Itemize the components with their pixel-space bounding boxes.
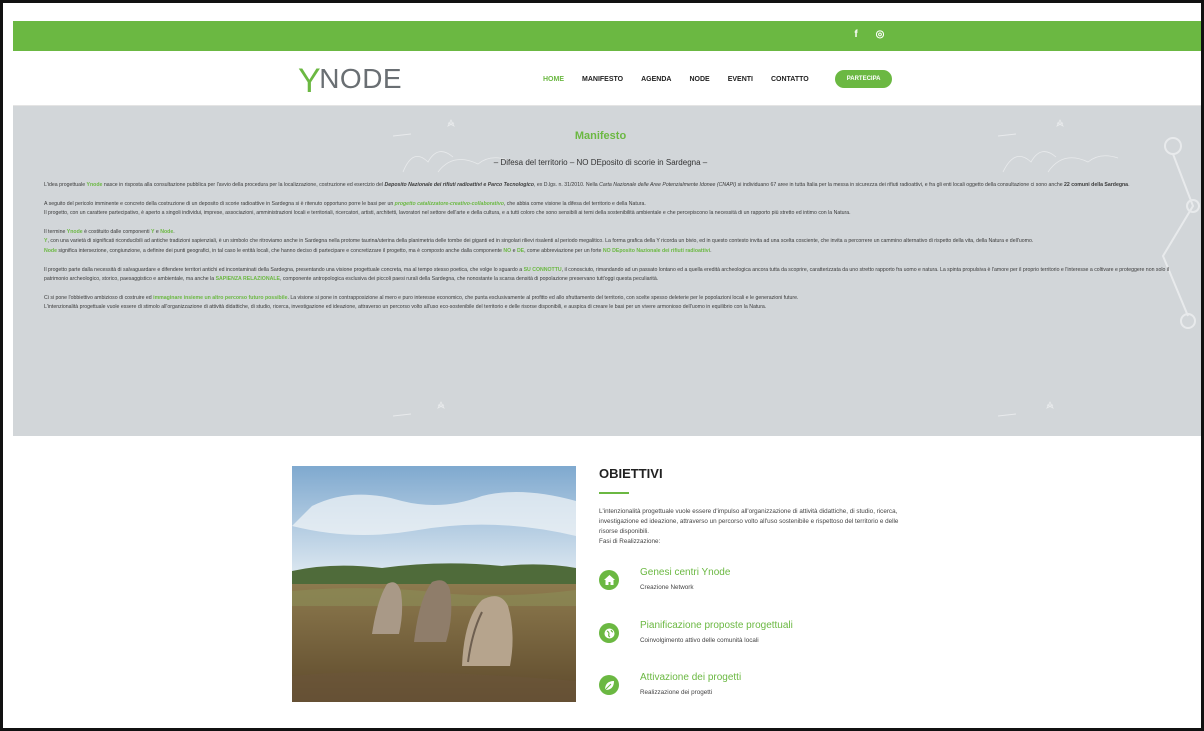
social-links: f ◎	[849, 29, 887, 40]
title-underline	[599, 492, 629, 494]
logo-y: Y	[298, 62, 322, 100]
leaf-icon	[599, 675, 619, 695]
manifesto-section: Manifesto – Difesa del territorio – NO D…	[13, 106, 1201, 436]
phase-description: Coinvolgimento attivo delle comunità loc…	[640, 637, 759, 644]
highlight-no: NO	[503, 247, 512, 254]
nav-item-contatto[interactable]: CONTATTO	[771, 76, 809, 83]
phase-description: Creazione Network	[640, 584, 694, 591]
globe-icon	[599, 623, 619, 643]
manifesto-paragraph: Il termine Ynode è costituito dalle comp…	[44, 228, 1184, 256]
text-span: Il progetto, con un carattere partecipat…	[44, 210, 851, 217]
facebook-icon[interactable]: f	[849, 29, 863, 40]
text-span: , componente antropologica esclusiva dei…	[279, 276, 659, 283]
highlight-no-deposito: NO DEposito Nazionale dei rifiuti radioa…	[602, 247, 711, 254]
text-span: Il termine	[44, 229, 67, 235]
cnapi-text: Carta Nazionale delle Aree Potenzialment…	[599, 182, 737, 188]
page-frame: f ◎ Y NODE HOME MANIFESTO AGENDA NODE EV…	[0, 0, 1204, 731]
fasi-label: Fasi di Realizzazione:	[599, 538, 661, 545]
manifesto-subtitle: – Difesa del territorio – NO DEposito di…	[493, 158, 708, 167]
manifesto-body: L'idea progettuale Ynode nasce in rispos…	[44, 181, 1184, 322]
manifesto-paragraph: Il progetto parte dalla necessità di sal…	[44, 266, 1184, 285]
highlight-node: Node	[44, 247, 57, 254]
obiettivi-paragraph: L'intenzionalità progettuale vuole esser…	[599, 508, 899, 535]
logo-text: NODE	[319, 63, 403, 94]
text-span: Il progetto parte dalla necessità di sal…	[44, 266, 524, 273]
highlight-node: Node	[160, 229, 174, 235]
phase-item: Attivazione dei progetti Realizzazione d…	[599, 672, 741, 696]
decorative-landscape-bottom-left	[392, 401, 445, 417]
text-span: .	[1128, 182, 1130, 188]
instagram-icon[interactable]: ◎	[873, 29, 887, 40]
home-icon	[599, 570, 619, 590]
text-span: si individuano 67 aree in tutta Italia p…	[736, 182, 1065, 188]
top-bar: f ◎	[13, 21, 1201, 51]
phase-item: Pianificazione proposte progettuali Coin…	[599, 620, 793, 644]
highlight-ynode: Ynode	[86, 182, 103, 188]
text-span: L'idea progettuale	[44, 182, 87, 188]
phase-title: Pianificazione proposte progettuali	[640, 620, 793, 631]
text-span: , come abbreviazione per un forte	[524, 247, 603, 254]
text-span: è costituito dalle componenti	[82, 229, 151, 235]
text-span: nasce in risposta alla consultazione pub…	[102, 182, 385, 188]
text-span: , ex D.lgs. n. 31/2010. Nella	[533, 182, 600, 188]
text-span: L'intenzionalità progettuale vuole esser…	[44, 304, 767, 311]
text-span: . La visione si pone in contrapposizione…	[287, 294, 799, 301]
nav-item-home[interactable]: HOME	[543, 76, 564, 83]
obiettivi-text: L'intenzionalità progettuale vuole esser…	[599, 507, 899, 547]
text-span: .	[173, 229, 175, 235]
highlight-su-connottu: SU CONNOTTU	[523, 266, 562, 273]
manifesto-paragraph: A seguito del pericolo imminente e concr…	[44, 200, 1184, 219]
text-span: Ci si pone l'obbiettivo ambizioso di cos…	[44, 294, 154, 301]
comuni-sardegna-text: 22 comuni della Sardegna	[1064, 182, 1129, 188]
text-span: , con una varietà di significati ricondu…	[47, 238, 1034, 245]
nav-item-node[interactable]: NODE	[689, 76, 709, 83]
text-span: , che abbia come visione la difesa del t…	[503, 200, 646, 207]
highlight-immaginare-insieme: immaginare insieme un altro percorso fut…	[153, 294, 288, 301]
nav-item-agenda[interactable]: AGENDA	[641, 76, 671, 83]
main-nav: HOME MANIFESTO AGENDA NODE EVENTI CONTAT…	[543, 70, 893, 88]
deposito-nazionale-text: Deposito Nazionale dei rifiuti radioatti…	[384, 182, 534, 188]
phase-item: Genesi centri Ynode Creazione Network	[599, 567, 730, 591]
partecipa-button[interactable]: PARTECIPA	[834, 70, 893, 88]
menhir-landscape-image	[292, 466, 576, 702]
highlight-ynode: Ynode	[66, 229, 83, 235]
menhir-photo	[292, 466, 576, 702]
phase-title: Attivazione dei progetti	[640, 672, 742, 683]
text-span: A seguito del pericolo imminente e concr…	[44, 200, 395, 207]
obiettivi-section: OBIETTIVI L'intenzionalità progettuale v…	[13, 436, 1201, 728]
manifesto-paragraph: L'idea progettuale Ynode nasce in rispos…	[44, 181, 1184, 190]
progetto-catalizzatore-link[interactable]: progetto catalizzatore-creativo-collabor…	[395, 201, 504, 207]
highlight-sapienza-relazionale: SAPIENZA RELAZIONALE	[215, 276, 280, 283]
site-logo[interactable]: Y NODE	[298, 62, 403, 100]
text-span: significa intersezione, congiunzione, a …	[56, 247, 504, 254]
nav-item-manifesto[interactable]: MANIFESTO	[582, 76, 623, 83]
nav-item-eventi[interactable]: EVENTI	[728, 76, 753, 83]
phase-title: Genesi centri Ynode	[640, 567, 731, 578]
manifesto-title: Manifesto	[574, 130, 627, 142]
site-header: Y NODE HOME MANIFESTO AGENDA NODE EVENTI…	[13, 51, 1201, 106]
phase-description: Realizzazione dei progetti	[640, 689, 713, 696]
text-span: .	[710, 247, 712, 254]
manifesto-paragraph: Ci si pone l'obbiettivo ambizioso di cos…	[44, 294, 1184, 313]
decorative-landscape-bottom-right	[997, 401, 1054, 417]
obiettivi-title: OBIETTIVI	[599, 466, 663, 481]
